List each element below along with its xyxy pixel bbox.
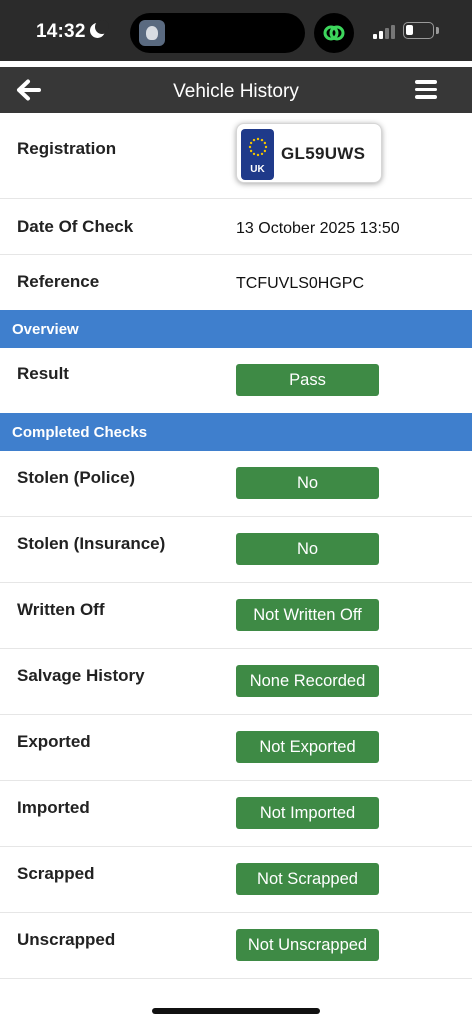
check-status-badge: Not Scrapped xyxy=(236,863,379,895)
check-label: Stolen (Police) xyxy=(17,468,136,487)
check-label: Stolen (Insurance) xyxy=(17,534,166,553)
overview-section-header: Overview xyxy=(0,310,472,348)
result-badge: Pass xyxy=(236,364,379,396)
completed-checks-section-header: Completed Checks xyxy=(0,413,472,451)
check-label: Imported xyxy=(17,798,90,817)
check-row-exported: Exported Not Exported xyxy=(0,715,472,781)
check-row-stolen-police: Stolen (Police) No xyxy=(0,451,472,517)
check-status-badge: Not Unscrapped xyxy=(236,929,379,961)
home-indicator[interactable] xyxy=(152,1008,320,1014)
eu-stars-icon xyxy=(248,137,268,157)
check-row-salvage-history: Salvage History None Recorded xyxy=(0,649,472,715)
moon-icon xyxy=(90,20,109,38)
check-status-badge: Not Exported xyxy=(236,731,379,763)
media-thumbnail-icon xyxy=(139,20,165,46)
page-title: Vehicle History xyxy=(173,81,299,102)
reference-value: TCFUVLS0HGPC xyxy=(236,275,365,292)
check-row-scrapped: Scrapped Not Scrapped xyxy=(0,847,472,913)
plate-country-band: UK xyxy=(241,129,274,180)
check-status-badge: None Recorded xyxy=(236,665,379,697)
battery-icon xyxy=(403,22,434,39)
check-row-stolen-insurance: Stolen (Insurance) No xyxy=(0,517,472,583)
app-header: Vehicle History xyxy=(0,67,472,113)
linked-circles-icon xyxy=(314,13,354,53)
check-status-badge: No xyxy=(236,467,379,499)
check-label: Unscrapped xyxy=(17,930,116,949)
check-status-badge: No xyxy=(236,533,379,565)
status-bar: 14:32 xyxy=(0,0,472,61)
check-label: Written Off xyxy=(17,600,105,619)
date-value: 13 October 2025 13:50 xyxy=(236,220,400,237)
result-label: Result xyxy=(17,364,69,383)
check-row-imported: Imported Not Imported xyxy=(0,781,472,847)
dynamic-island xyxy=(130,13,305,53)
completed-checks-title: Completed Checks xyxy=(12,424,148,441)
overview-title: Overview xyxy=(12,321,79,338)
registration-label: Registration xyxy=(17,139,117,158)
plate-country: UK xyxy=(250,164,265,175)
check-label: Salvage History xyxy=(17,666,145,685)
hamburger-menu-icon[interactable] xyxy=(415,80,437,99)
reference-label: Reference xyxy=(17,272,100,291)
number-plate: UK GL59UWS xyxy=(236,123,382,183)
check-row-unscrapped: Unscrapped Not Unscrapped xyxy=(0,913,472,979)
check-label: Exported xyxy=(17,732,91,751)
reference-row: Reference TCFUVLS0HGPC xyxy=(0,255,472,310)
check-status-badge: Not Written Off xyxy=(236,599,379,631)
date-row: Date Of Check 13 October 2025 13:50 xyxy=(0,199,472,255)
result-row: Result Pass xyxy=(0,348,472,413)
signal-icon xyxy=(373,25,397,39)
status-time: 14:32 xyxy=(36,21,86,42)
check-status-badge: Not Imported xyxy=(236,797,379,829)
date-label: Date Of Check xyxy=(17,217,134,236)
plate-number: GL59UWS xyxy=(281,144,366,163)
check-row-written-off: Written Off Not Written Off xyxy=(0,583,472,649)
check-label: Scrapped xyxy=(17,864,95,883)
